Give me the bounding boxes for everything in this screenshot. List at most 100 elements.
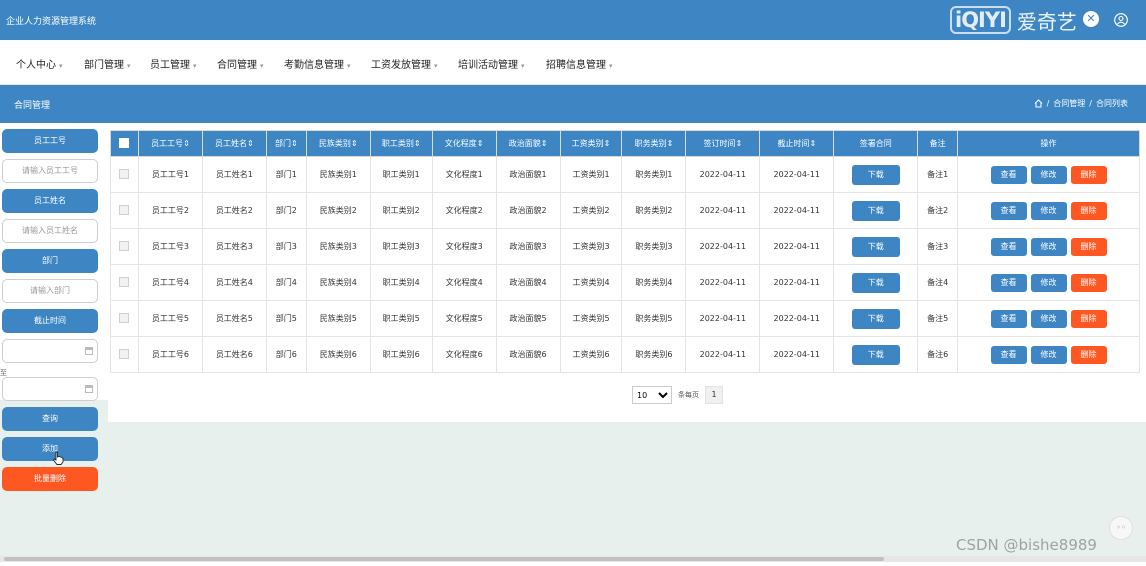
delete-button[interactable]: 删除 xyxy=(1070,165,1107,184)
horizontal-scrollbar[interactable] xyxy=(0,556,1146,562)
table-cell: 工资类别6 xyxy=(559,336,623,373)
breadcrumb-item: 合同列表 xyxy=(1096,99,1128,108)
breadcrumb-item[interactable]: 合同管理 xyxy=(1053,98,1085,109)
column-header[interactable]: 部门⇕ xyxy=(265,130,307,157)
download-button[interactable]: 下载 xyxy=(851,164,900,185)
nav-item-salary[interactable]: 工资发放管理 ▾ xyxy=(371,56,438,71)
view-button[interactable]: 查看 xyxy=(990,201,1027,220)
end-time-end-input[interactable] xyxy=(2,377,98,401)
nav-item-personal-center[interactable]: 个人中心 ▾ xyxy=(16,56,63,71)
chevron-down-icon: ▾ xyxy=(260,62,264,70)
table-cell: 职务类别3 xyxy=(621,228,687,265)
row-checkbox[interactable] xyxy=(119,240,130,251)
chevron-down-icon: ▾ xyxy=(59,62,63,70)
table-cell: 员工工号3 xyxy=(137,228,203,265)
row-checkbox[interactable] xyxy=(119,168,130,179)
close-icon[interactable]: ✕ xyxy=(1083,11,1099,27)
nav-label: 培训活动管理 xyxy=(458,60,518,71)
table-cell: 工资类别3 xyxy=(559,228,623,265)
table-cell: 备注3 xyxy=(917,228,959,265)
row-checkbox[interactable] xyxy=(119,204,130,215)
view-button[interactable]: 查看 xyxy=(990,345,1027,364)
column-header[interactable]: 工资类别⇕ xyxy=(559,130,623,157)
edit-button[interactable]: 修改 xyxy=(1030,273,1067,292)
edit-button[interactable]: 修改 xyxy=(1030,237,1067,256)
end-time-start-input[interactable] xyxy=(2,339,98,363)
edit-button[interactable]: 修改 xyxy=(1030,165,1067,184)
table-cell: 文化程度1 xyxy=(431,156,497,193)
view-button[interactable]: 查看 xyxy=(990,237,1027,256)
table-cell: 部门2 xyxy=(265,192,307,229)
breadcrumb: / 合同管理 / 合同列表 xyxy=(1034,98,1128,109)
table-cell: 政治面貌6 xyxy=(495,336,561,373)
contract-cell: 下载 xyxy=(833,156,919,193)
nav-item-employee[interactable]: 员工管理 ▾ xyxy=(150,56,197,71)
column-header[interactable]: 职工类别⇕ xyxy=(369,130,433,157)
table-cell: 2022-04-11 xyxy=(759,192,835,229)
download-button[interactable]: 下载 xyxy=(851,308,900,329)
nav-item-department[interactable]: 部门管理 ▾ xyxy=(84,56,131,71)
back-to-top-button[interactable]: ◦◦ xyxy=(1109,516,1133,540)
select-all-checkbox[interactable] xyxy=(119,137,130,148)
nav-item-attendance[interactable]: 考勤信息管理 ▾ xyxy=(284,56,351,71)
column-header[interactable]: 职务类别⇕ xyxy=(621,130,687,157)
column-header[interactable]: 民族类别⇕ xyxy=(305,130,371,157)
download-button[interactable]: 下载 xyxy=(851,236,900,257)
download-button[interactable]: 下载 xyxy=(851,344,900,365)
table-cell: 工资类别1 xyxy=(559,156,623,193)
dept-input[interactable]: 请输入部门 xyxy=(2,279,98,303)
edit-button[interactable]: 修改 xyxy=(1030,345,1067,364)
column-header[interactable]: 签订时间⇕ xyxy=(685,130,761,157)
column-header[interactable]: 员工姓名⇕ xyxy=(201,130,267,157)
view-button[interactable]: 查看 xyxy=(990,309,1027,328)
edit-button[interactable]: 修改 xyxy=(1030,309,1067,328)
download-button[interactable]: 下载 xyxy=(851,200,900,221)
table-row: 员工工号1 员工姓名1 部门1 民族类别1 职工类别1 文化程度1 政治面貌1 工资类别1 职务… xyxy=(110,156,1140,193)
delete-button[interactable]: 删除 xyxy=(1070,237,1107,256)
view-button[interactable]: 查看 xyxy=(990,165,1027,184)
contract-cell: 下载 xyxy=(833,192,919,229)
search-button[interactable]: 查询 xyxy=(2,407,98,431)
nav-item-contract[interactable]: 合同管理 ▾ xyxy=(217,56,264,71)
view-button[interactable]: 查看 xyxy=(990,273,1027,292)
emp-name-label: 员工姓名 xyxy=(2,189,98,213)
table-cell: 员工姓名6 xyxy=(201,336,267,373)
nav-item-recruitment[interactable]: 招聘信息管理 ▾ xyxy=(546,56,613,71)
table-cell: 文化程度6 xyxy=(431,336,497,373)
row-checkbox[interactable] xyxy=(119,312,130,323)
scrollbar-thumb[interactable] xyxy=(4,557,884,561)
download-button[interactable]: 下载 xyxy=(851,272,900,293)
add-button[interactable]: 添加 xyxy=(2,437,98,461)
table-header-row: 员工工号⇕ 员工姓名⇕ 部门⇕ 民族类别⇕ 职工类别⇕ 文化程度⇕ 政治面貌⇕ … xyxy=(110,130,1140,157)
chevron-down-icon: ▾ xyxy=(193,62,197,70)
delete-button[interactable]: 删除 xyxy=(1070,309,1107,328)
table-cell: 部门5 xyxy=(265,300,307,337)
batch-delete-button[interactable]: 批量删除 xyxy=(2,467,98,491)
column-header[interactable]: 截止时间⇕ xyxy=(759,130,835,157)
column-header[interactable]: 文化程度⇕ xyxy=(431,130,497,157)
delete-button[interactable]: 删除 xyxy=(1070,201,1107,220)
column-header: 签署合同 xyxy=(833,130,919,157)
select-cell xyxy=(110,192,139,229)
user-icon[interactable] xyxy=(1114,13,1128,27)
table-cell: 备注4 xyxy=(917,264,959,301)
chevron-down-icon: ▾ xyxy=(521,62,525,70)
table-cell: 员工工号4 xyxy=(137,264,203,301)
column-header[interactable]: 政治面貌⇕ xyxy=(495,130,561,157)
delete-button[interactable]: 删除 xyxy=(1070,273,1107,292)
column-header[interactable]: 员工工号⇕ xyxy=(137,130,203,157)
table-cell: 2022-04-11 xyxy=(759,264,835,301)
nav-item-training[interactable]: 培训活动管理 ▾ xyxy=(458,56,525,71)
emp-name-input[interactable]: 请输入员工姓名 xyxy=(2,219,98,243)
row-checkbox[interactable] xyxy=(119,276,130,287)
edit-button[interactable]: 修改 xyxy=(1030,201,1067,220)
emp-no-input[interactable]: 请输入员工工号 xyxy=(2,159,98,183)
page-size-select[interactable]: 10 xyxy=(632,386,672,404)
table-cell: 民族类别5 xyxy=(305,300,371,337)
table-cell: 职工类别6 xyxy=(369,336,433,373)
row-checkbox[interactable] xyxy=(119,348,130,359)
page-number-button[interactable]: 1 xyxy=(705,386,723,404)
home-icon[interactable] xyxy=(1034,99,1043,108)
delete-button[interactable]: 删除 xyxy=(1070,345,1107,364)
chevron-down-icon: ▾ xyxy=(434,62,438,70)
